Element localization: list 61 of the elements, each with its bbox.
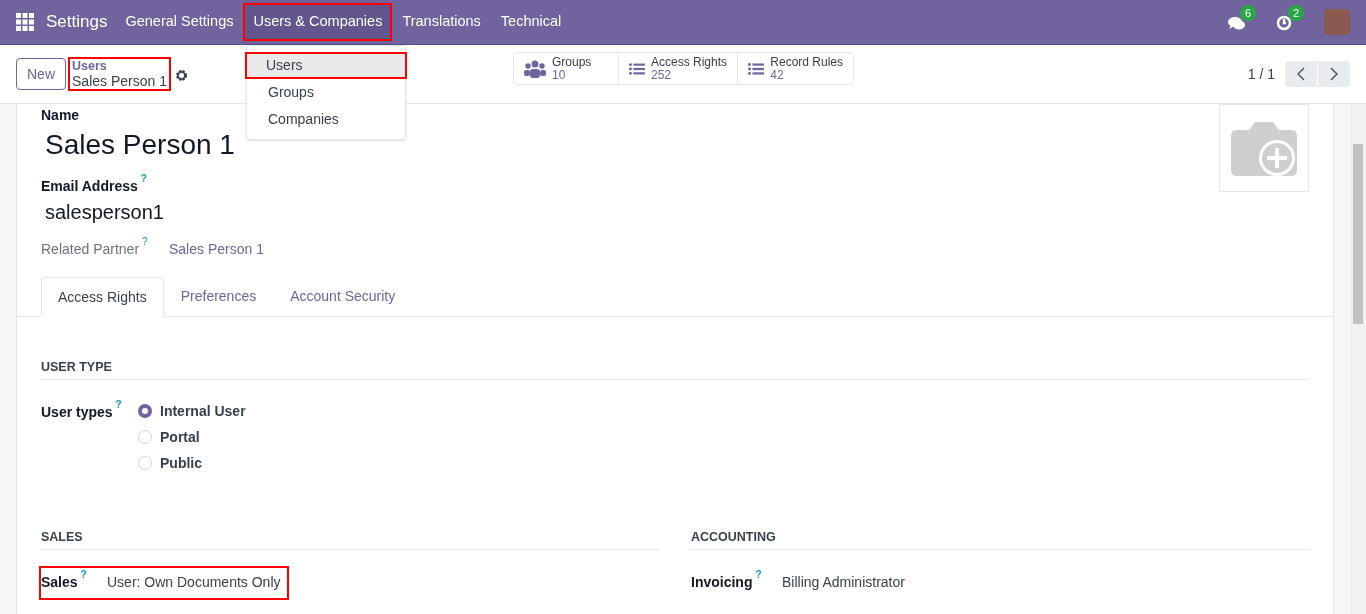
form-tab[interactable]: Account Security — [273, 276, 413, 316]
field-label: User types — [41, 402, 113, 422]
field-label: Invoicing — [691, 573, 753, 592]
dropdown-item[interactable]: Users — [245, 52, 407, 79]
field-value[interactable]: User: Own Documents Only — [107, 572, 287, 593]
help-icon[interactable]: ? — [755, 570, 762, 580]
menu-item[interactable]: Users & Companies — [243, 3, 393, 41]
radio-label: Public — [160, 453, 202, 472]
field-label: Related Partner — [41, 240, 140, 259]
pager-value: 1 / 1 — [1247, 64, 1275, 84]
radio-label: Portal — [160, 427, 200, 446]
menu-item[interactable]: General Settings — [115, 3, 244, 41]
record-title: Sales Person 1 — [72, 74, 167, 89]
message-count-badge: 6 — [1240, 5, 1257, 21]
smart-button-count: 10 — [552, 68, 566, 82]
smart-button-label: Groups — [552, 55, 592, 69]
dropdown-item[interactable]: Groups — [247, 79, 405, 106]
field-value[interactable]: Billing Administrator — [782, 572, 911, 593]
field-label: Name — [41, 106, 80, 125]
dropdown-item[interactable]: Companies — [247, 106, 405, 133]
form-tab[interactable]: Access Rights — [41, 277, 164, 317]
previous-button[interactable] — [1285, 61, 1317, 87]
section-heading: ACCOUNTING — [691, 527, 1309, 550]
section-heading: USER TYPE — [41, 358, 1309, 380]
list-icon — [748, 60, 765, 77]
help-icon[interactable]: ? — [140, 174, 147, 184]
section-heading: SALES — [41, 527, 659, 550]
smart-button-label: Access Rights — [650, 55, 727, 69]
smart-button-count: 252 — [650, 68, 672, 82]
scrollbar[interactable] — [1350, 104, 1366, 614]
help-icon[interactable]: ? — [80, 570, 87, 580]
chevron-right-icon — [1330, 67, 1338, 81]
smart-button-label: Record Rules — [770, 55, 843, 69]
radio-button[interactable] — [138, 403, 152, 418]
app-grid-icon[interactable] — [16, 13, 34, 31]
list-icon — [629, 60, 645, 77]
field-label: Sales — [41, 573, 78, 592]
menu-item[interactable]: Technical — [490, 3, 572, 41]
activity-count-badge: 2 — [1288, 5, 1305, 21]
smart-button-count: 42 — [770, 68, 785, 82]
menu-item[interactable]: Translations — [392, 3, 491, 41]
breadcrumb-link[interactable]: Users — [72, 59, 167, 74]
smart-button[interactable]: Record Rules 42 — [737, 53, 853, 84]
new-button[interactable]: New — [16, 58, 66, 90]
partner-link[interactable]: Sales Person 1 — [169, 239, 264, 260]
email-field[interactable]: salesperson1 — [41, 197, 1309, 227]
radio-label: Internal User — [160, 401, 246, 420]
help-icon[interactable]: ? — [142, 237, 148, 247]
help-icon[interactable]: ? — [115, 399, 122, 410]
next-button[interactable] — [1318, 61, 1350, 87]
field-label: Email Address — [41, 177, 138, 196]
settings-icon[interactable] — [174, 68, 188, 82]
app-title[interactable]: Settings — [46, 9, 108, 35]
smart-button[interactable]: Groups 10 — [514, 53, 618, 84]
chat-icon[interactable] — [1228, 16, 1246, 31]
users-icon — [524, 59, 546, 78]
form-tab[interactable]: Preferences — [163, 276, 274, 316]
chevron-left-icon — [1297, 67, 1305, 81]
image-upload[interactable] — [1219, 104, 1309, 192]
smart-button[interactable]: Access Rights 252 — [618, 53, 737, 84]
clock-icon[interactable] — [1276, 15, 1292, 31]
